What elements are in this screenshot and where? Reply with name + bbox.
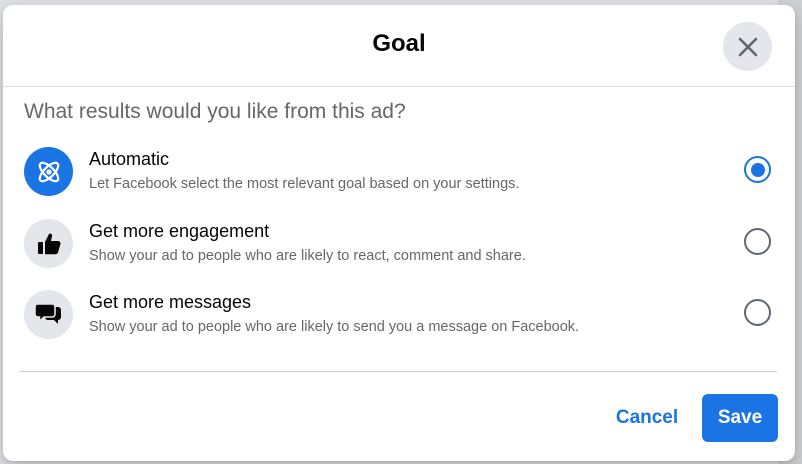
thumbs-up-icon-circle [24,219,73,268]
chat-bubbles-icon [33,302,61,324]
dialog-header: Goal [3,5,795,87]
chat-bubbles-icon-circle [24,290,73,339]
option-get-more-engagement[interactable]: Get more engagement Show your ad to peop… [3,215,795,277]
close-button[interactable] [723,22,772,71]
save-button[interactable]: Save [702,394,778,442]
option-automatic[interactable]: Automatic Let Facebook select the most r… [3,143,795,205]
thumbs-up-icon [37,233,61,254]
dialog-title: Goal [372,30,426,57]
goal-dialog: Goal What results would you like from th… [3,5,795,461]
option-get-more-messages[interactable]: Get more messages Show your ad to people… [3,286,795,348]
option-description: Show your ad to people who are likely to… [89,248,526,264]
option-description: Let Facebook select the most relevant go… [89,176,520,192]
option-title: Automatic [89,149,170,169]
radio-get-more-messages[interactable] [744,299,771,326]
option-title: Get more engagement [89,221,270,241]
option-title: Get more messages [89,292,252,312]
option-description: Show your ad to people who are likely to… [89,319,580,335]
atom-icon [38,161,59,182]
close-icon [738,37,757,56]
cancel-button[interactable]: Cancel [603,395,691,441]
question-text: What results would you like from this ad… [24,100,406,123]
radio-get-more-engagement[interactable] [744,228,771,255]
atom-icon-circle [24,147,73,196]
radio-automatic[interactable] [744,156,771,183]
footer-divider [19,371,777,372]
